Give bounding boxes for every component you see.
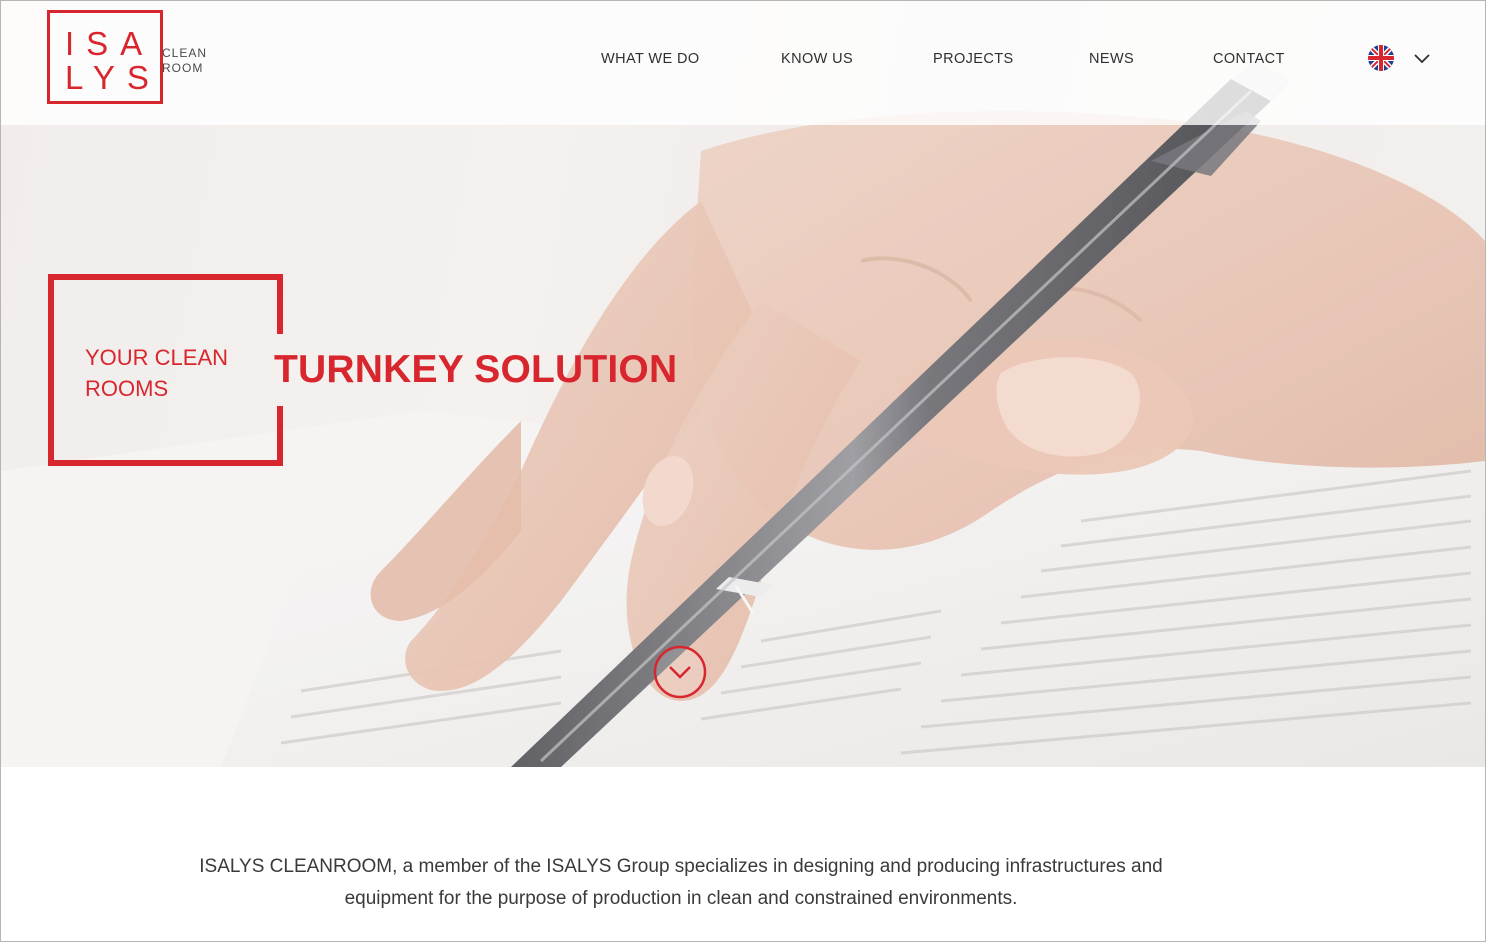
- isalys-logo[interactable]: ISA LYS CLEAN ROOM: [47, 10, 207, 110]
- hero-tagline-line1: YOUR CLEAN: [85, 345, 229, 370]
- intro-line1: ISALYS CLEANROOM, a member of the ISALYS…: [199, 856, 1163, 877]
- nav-contact[interactable]: CONTACT: [1213, 51, 1285, 67]
- page: ISA LYS CLEAN ROOM WHAT WE DO KNOW US PR…: [0, 0, 1486, 942]
- nav-know-us[interactable]: KNOW US: [781, 51, 853, 67]
- language-selector[interactable]: [1368, 45, 1438, 73]
- site-header: ISA LYS CLEAN ROOM WHAT WE DO KNOW US PR…: [1, 1, 1485, 125]
- chevron-down-icon: [1414, 54, 1430, 64]
- scroll-down-icon[interactable]: [653, 645, 707, 699]
- red-frame-outline: [48, 274, 283, 466]
- intro-paragraph: ISALYS CLEANROOM, a member of the ISALYS…: [101, 851, 1261, 915]
- nav-news[interactable]: NEWS: [1089, 51, 1134, 67]
- logo-subtext-line2: ROOM: [162, 61, 204, 75]
- logo-text-line1: ISA: [65, 25, 155, 62]
- nav-what-we-do[interactable]: WHAT WE DO: [601, 51, 700, 67]
- uk-flag-icon: [1368, 45, 1394, 71]
- nav-projects[interactable]: PROJECTS: [933, 51, 1014, 67]
- hero-headline: TURNKEY SOLUTION: [274, 348, 678, 391]
- hero-tagline-frame: YOUR CLEAN ROOMS: [48, 274, 284, 466]
- logo-text-line2: LYS: [65, 59, 161, 96]
- logo-subtext-line1: CLEAN: [162, 46, 208, 60]
- hero-tagline-line2: ROOMS: [85, 376, 169, 401]
- intro-line2: equipment for the purpose of production …: [344, 888, 1018, 909]
